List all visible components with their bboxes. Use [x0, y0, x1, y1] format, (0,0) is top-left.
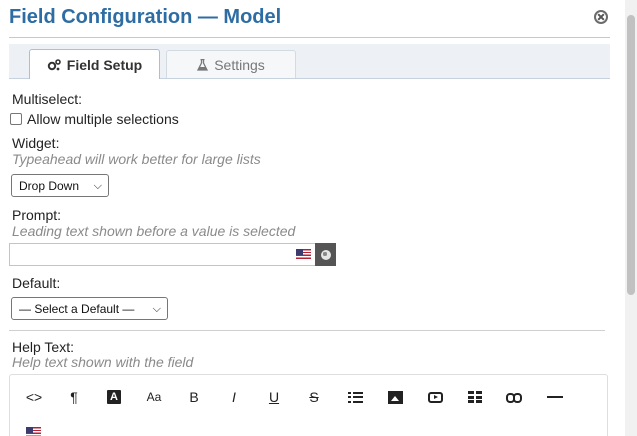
widget-select-value: Drop Down [19, 178, 80, 193]
prompt-hint: Leading text shown before a value is sel… [12, 223, 296, 239]
underline-icon: U [268, 389, 280, 405]
title-divider [9, 37, 610, 38]
help-text-editor[interactable]: <> ¶ A Aa B I U S [9, 374, 608, 436]
widget-hint: Typeahead will work better for large lis… [12, 151, 261, 167]
paragraph-icon: ¶ [70, 389, 78, 405]
paragraph-button[interactable]: ¶ [62, 386, 86, 408]
scrollbar-thumb[interactable] [627, 15, 635, 295]
italic-icon: I [232, 389, 236, 405]
default-label: Default: [12, 275, 61, 291]
insert-image-button[interactable] [383, 386, 407, 408]
horizontal-rule-button[interactable] [543, 386, 567, 408]
text-color-icon: A [107, 390, 121, 404]
insert-link-button[interactable] [503, 386, 527, 408]
field-configuration-dialog: Field Configuration — Model Field Setup … [0, 0, 625, 436]
tab-bar: Field Setup Settings [9, 44, 610, 79]
font-size-button[interactable]: Aa [142, 386, 166, 408]
help-text-label: Help Text: [12, 339, 74, 355]
list-button[interactable] [343, 386, 367, 408]
tab-field-setup[interactable]: Field Setup [29, 49, 160, 79]
image-icon [387, 390, 403, 404]
us-flag-icon[interactable] [26, 427, 41, 436]
italic-button[interactable]: I [222, 386, 246, 408]
globe-icon [320, 249, 331, 260]
tab-settings-label: Settings [214, 56, 265, 73]
table-icon [468, 391, 482, 403]
insert-video-button[interactable] [423, 386, 447, 408]
video-icon [427, 391, 443, 403]
gears-icon [47, 58, 61, 70]
code-icon: <> [25, 389, 43, 405]
tab-settings[interactable]: Settings [166, 50, 296, 78]
prompt-input[interactable] [9, 243, 315, 266]
default-select[interactable]: — Select a Default — ⌵ [11, 297, 168, 320]
close-icon[interactable] [594, 10, 608, 24]
bold-icon: B [189, 389, 199, 405]
us-flag-icon[interactable] [296, 249, 311, 259]
strikethrough-button[interactable]: S [302, 386, 326, 408]
flask-icon [197, 58, 209, 71]
widget-label: Widget: [12, 135, 60, 151]
strikethrough-icon: S [309, 389, 319, 405]
tab-field-setup-label: Field Setup [66, 56, 143, 73]
dialog-title: Field Configuration — Model [9, 6, 282, 28]
underline-button[interactable]: U [262, 386, 286, 408]
prompt-label: Prompt: [12, 207, 62, 223]
section-divider [9, 330, 605, 331]
insert-table-button[interactable] [463, 386, 487, 408]
globe-button[interactable] [315, 243, 336, 266]
bold-button[interactable]: B [182, 386, 206, 408]
code-view-button[interactable]: <> [22, 386, 46, 408]
widget-select[interactable]: Drop Down ⌵ [11, 174, 109, 197]
multiselect-label: Multiselect: [12, 91, 83, 107]
allow-multiple-label[interactable]: Allow multiple selections [27, 111, 179, 127]
link-icon [506, 393, 522, 403]
chevron-down-icon: ⌵ [152, 303, 161, 315]
text-color-button[interactable]: A [102, 386, 126, 408]
font-size-icon: Aa [146, 390, 162, 404]
chevron-down-icon: ⌵ [93, 180, 102, 192]
allow-multiple-checkbox[interactable] [10, 113, 22, 125]
help-text-hint: Help text shown with the field [12, 354, 194, 370]
default-select-value: — Select a Default — [19, 301, 135, 316]
list-icon [347, 391, 363, 403]
horizontal-rule-icon [547, 396, 563, 398]
